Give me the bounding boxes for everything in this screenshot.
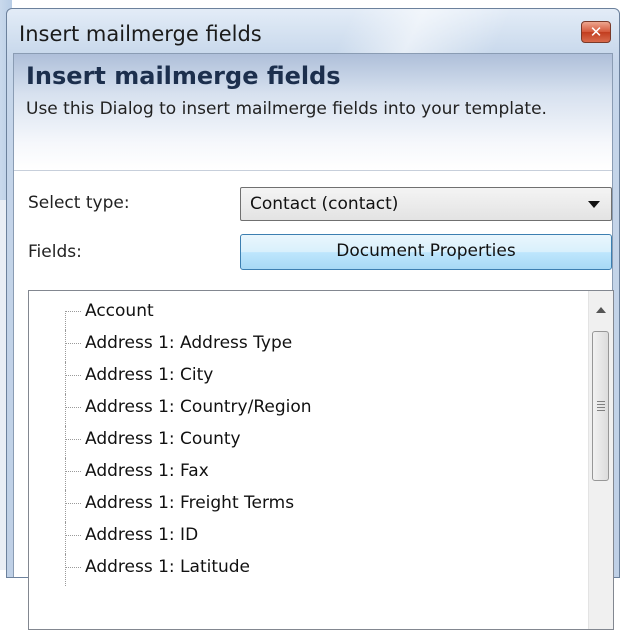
tree-item[interactable]: Address 1: ID	[29, 522, 312, 554]
scroll-up-arrow-icon[interactable]	[596, 307, 606, 313]
tree-item-label: Address 1: County	[85, 429, 241, 449]
tree-item-label: Address 1: Latitude	[85, 557, 251, 577]
title-bar[interactable]: Insert mailmerge fields ✕	[7, 9, 619, 53]
header-description: Use this Dialog to insert mailmerge fiel…	[26, 99, 547, 119]
tree-item[interactable]: Address 1: City	[29, 362, 312, 394]
header-title: Insert mailmerge fields	[26, 62, 341, 90]
tree-item-label: Address 1: Address Type	[85, 333, 293, 353]
tree-item-label: Address 1: Freight Terms	[85, 493, 295, 513]
fields-tree[interactable]: Account Address 1: Address Type Address …	[28, 290, 614, 630]
dialog-body: Insert mailmerge fields Use this Dialog …	[13, 53, 614, 630]
tree-item-label: Address 1: Country/Region	[85, 397, 312, 417]
dialog-header: Insert mailmerge fields Use this Dialog …	[14, 54, 612, 171]
tree-item[interactable]: Address 1: Freight Terms	[29, 490, 312, 522]
scrollbar-thumb[interactable]	[592, 331, 609, 481]
fields-tree-list: Account Address 1: Address Type Address …	[29, 298, 312, 586]
tree-item[interactable]: Address 1: Country/Region	[29, 394, 312, 426]
window-title: Insert mailmerge fields	[19, 22, 262, 46]
tree-item-label: Address 1: Fax	[85, 461, 209, 481]
dialog-window: Insert mailmerge fields ✕ Insert mailmer…	[6, 8, 620, 630]
fields-label: Fields:	[28, 242, 82, 262]
select-type-label: Select type:	[28, 193, 130, 213]
tree-item[interactable]: Address 1: Address Type	[29, 330, 312, 362]
tree-item-label: Address 1: City	[85, 365, 214, 385]
tree-item[interactable]: Address 1: Latitude	[29, 554, 312, 586]
chevron-down-icon	[588, 201, 600, 208]
vertical-scrollbar[interactable]	[588, 291, 613, 629]
select-type-dropdown[interactable]: Contact (contact)	[240, 187, 612, 221]
close-button[interactable]: ✕	[581, 21, 611, 43]
close-icon: ✕	[589, 23, 603, 41]
grip-icon	[597, 401, 605, 411]
document-properties-button[interactable]: Document Properties	[240, 234, 612, 270]
tree-item[interactable]: Address 1: County	[29, 426, 312, 458]
tree-item[interactable]: Account	[29, 298, 312, 330]
tree-item-label: Account	[85, 301, 154, 321]
tree-item-label: Address 1: ID	[85, 525, 199, 545]
tree-item[interactable]: Address 1: Fax	[29, 458, 312, 490]
select-type-value: Contact (contact)	[250, 194, 399, 214]
